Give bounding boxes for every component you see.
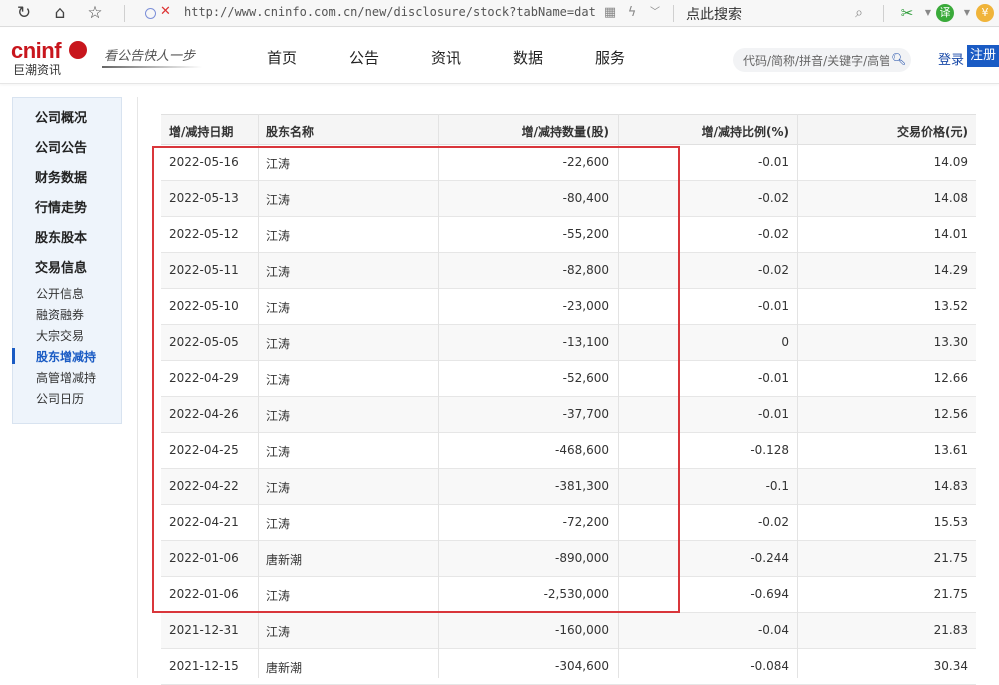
cell-price: 13.61	[933, 443, 968, 457]
sidebar-item-shareholders[interactable]: 股东股本	[35, 227, 87, 246]
column-header-ratio[interactable]: 增/减持比例(%)	[702, 123, 789, 140]
cell-ratio: -0.02	[757, 227, 789, 241]
sidebar-sub-margin-trading[interactable]: 融资融券	[36, 306, 84, 323]
browser-toolbar: ↻ ⌂ ☆ ✕ http://www.cninfo.com.cn/new/dis…	[0, 0, 999, 27]
cell-ratio: -0.04	[757, 623, 789, 637]
scissors-icon[interactable]: ✂	[897, 3, 917, 23]
column-divider	[797, 114, 798, 678]
chevron-down-icon[interactable]: ▼	[918, 3, 938, 23]
cell-ratio: -0.02	[757, 191, 789, 205]
cell-ratio: -0.02	[757, 515, 789, 529]
sidebar-item-market-trend[interactable]: 行情走势	[35, 197, 87, 216]
cell-ratio: -0.02	[757, 263, 789, 277]
cell-price: 21.75	[933, 551, 968, 565]
logo-subtitle: 巨潮资讯	[13, 63, 62, 77]
lightning-icon[interactable]: ϟ	[622, 3, 642, 23]
column-header-quantity[interactable]: 增/减持数量(股)	[522, 123, 609, 140]
cell-quantity: -160,000	[555, 623, 609, 637]
nav-data[interactable]: 数据	[513, 47, 543, 68]
cell-price: 15.53	[933, 515, 968, 529]
cell-price: 30.34	[933, 659, 968, 673]
insecure-icon: ✕	[160, 4, 171, 19]
search-icon[interactable]: 🔍︎	[891, 52, 906, 66]
cell-ratio: -0.128	[750, 443, 789, 457]
bookmark-star-icon[interactable]: ☆	[85, 3, 105, 23]
cell-price: 13.52	[933, 299, 968, 313]
cell-ratio: -0.01	[757, 407, 789, 421]
toolbar-divider	[883, 5, 884, 22]
reload-icon[interactable]: ↻	[14, 3, 34, 23]
cell-shareholder: 唐新潮	[266, 661, 303, 675]
cell-price: 21.83	[933, 623, 968, 637]
cell-date: 2021-12-31	[169, 623, 239, 637]
coin-icon[interactable]: ¥	[976, 4, 994, 22]
cell-ratio: -0.694	[750, 587, 789, 601]
cell-price: 13.30	[933, 335, 968, 349]
cell-ratio: -0.01	[757, 299, 789, 313]
sidebar-sub-public-info[interactable]: 公开信息	[36, 285, 84, 302]
search-icon[interactable]: ⌕	[849, 3, 869, 23]
browser-search-hint[interactable]: 点此搜索	[686, 4, 742, 24]
cell-price: 14.29	[933, 263, 968, 277]
annotation-highlight-box	[152, 146, 680, 613]
search-placeholder: 代码/简称/拼音/关键字/高管	[743, 54, 889, 68]
cell-price: 14.83	[933, 479, 968, 493]
cell-date: 2021-12-15	[169, 659, 239, 673]
sidebar-sub-block-trade[interactable]: 大宗交易	[36, 327, 84, 344]
table-header: 增/减持日期 股东名称 增/减持数量(股) 增/减持比例(%) 交易价格(元)	[161, 114, 976, 145]
table-row: 2021-12-15 唐新潮 -304,600 -0.084 30.34	[161, 649, 976, 685]
cell-ratio: -0.084	[750, 659, 789, 673]
sidebar-sub-company-calendar[interactable]: 公司日历	[36, 390, 84, 407]
sidebar-item-company-announcements[interactable]: 公司公告	[35, 137, 87, 156]
nav-news[interactable]: 资讯	[431, 47, 461, 68]
table-row: 2021-12-31 江涛 -160,000 -0.04 21.83	[161, 613, 976, 649]
cell-price: 12.56	[933, 407, 968, 421]
cell-price: 14.09	[933, 155, 968, 169]
cell-shareholder: 江涛	[266, 625, 291, 639]
security-shield-icon	[145, 8, 156, 19]
sidebar: 公司概况 公司公告 财务数据 行情走势 股东股本 交易信息 公开信息 融资融券 …	[12, 97, 122, 424]
chevron-down-icon[interactable]: ﹀	[645, 3, 665, 23]
cell-ratio: -0.01	[757, 371, 789, 385]
cell-price: 14.01	[933, 227, 968, 241]
column-header-shareholder[interactable]: 股东名称	[266, 123, 314, 140]
cell-ratio: -0.01	[757, 155, 789, 169]
sidebar-item-trading-info[interactable]: 交易信息	[35, 257, 87, 276]
home-icon[interactable]: ⌂	[50, 3, 70, 23]
nav-services[interactable]: 服务	[595, 47, 625, 68]
slogan: 看公告快人一步	[104, 49, 196, 64]
login-link[interactable]: 登录	[938, 49, 964, 68]
site-header: cninf 巨潮资讯 看公告快人一步 首页 公告 资讯 数据 服务 代码/简称/…	[0, 28, 999, 84]
cell-price: 14.08	[933, 191, 968, 205]
sidebar-sub-shareholder-changes[interactable]: 股东增减持	[36, 348, 96, 365]
sidebar-sub-executive-changes[interactable]: 高管增减持	[36, 369, 96, 386]
nav-announcements[interactable]: 公告	[349, 47, 379, 68]
cell-price: 21.75	[933, 587, 968, 601]
address-bar[interactable]: ✕ http://www.cninfo.com.cn/new/disclosur…	[140, 3, 668, 24]
cell-quantity: -304,600	[555, 659, 609, 673]
cell-ratio: -0.244	[750, 551, 789, 565]
cell-price: 12.66	[933, 371, 968, 385]
url-text[interactable]: http://www.cninfo.com.cn/new/disclosure/…	[184, 5, 596, 19]
active-indicator	[12, 348, 15, 364]
chevron-down-icon[interactable]: ▼	[957, 3, 977, 23]
column-header-price[interactable]: 交易价格(元)	[897, 123, 968, 140]
cell-ratio: 0	[781, 335, 789, 349]
nav-home[interactable]: 首页	[267, 47, 297, 68]
qr-code-icon[interactable]: ▦	[600, 3, 620, 23]
content-divider	[137, 97, 138, 678]
sidebar-item-financial-data[interactable]: 财务数据	[35, 167, 87, 186]
sidebar-item-company-overview[interactable]: 公司概况	[35, 107, 87, 126]
column-header-date[interactable]: 增/减持日期	[169, 123, 233, 140]
toolbar-divider	[673, 5, 674, 22]
register-button[interactable]: 注册	[967, 45, 999, 67]
slogan-underline	[102, 66, 202, 68]
toolbar-divider	[124, 5, 125, 22]
translate-icon[interactable]: 译	[936, 4, 954, 22]
logo-mark-icon	[69, 41, 87, 59]
site-search-input[interactable]: 代码/简称/拼音/关键字/高管 🔍︎	[733, 48, 911, 72]
cell-ratio: -0.1	[765, 479, 789, 493]
